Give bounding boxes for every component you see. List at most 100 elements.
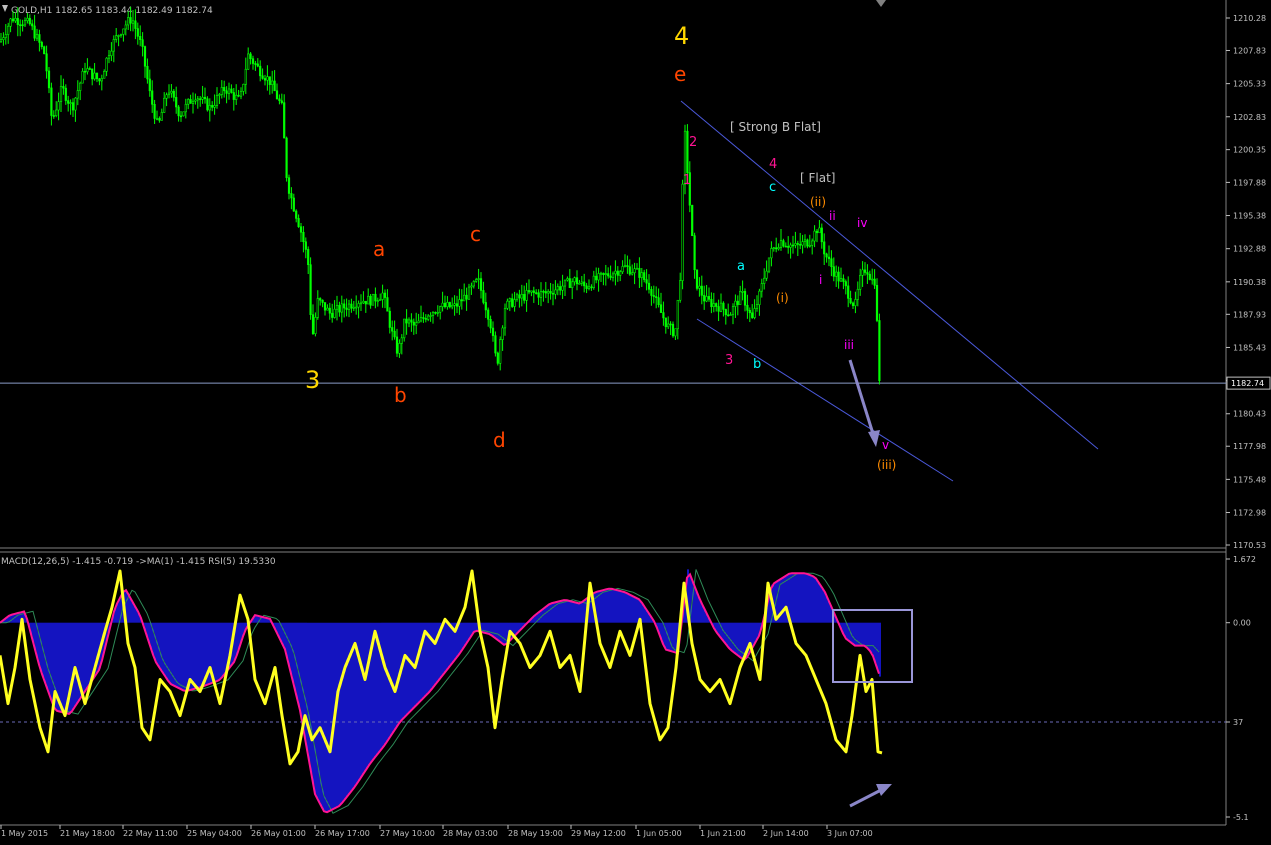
candle-body <box>141 39 144 47</box>
candle-body <box>369 295 372 306</box>
candle-body <box>547 291 550 294</box>
candle-body <box>21 24 24 27</box>
candle-body <box>43 46 46 55</box>
wave-label-b-cyan: b <box>753 357 761 372</box>
candle-body <box>393 330 396 338</box>
candle-body <box>796 243 799 245</box>
candle-body <box>371 293 375 306</box>
candle-body <box>631 272 634 275</box>
candle-body <box>760 283 763 292</box>
candle-body <box>199 98 202 101</box>
candle-body <box>79 82 82 91</box>
candle-body <box>628 266 631 275</box>
candle-body <box>158 118 161 121</box>
candle-body <box>602 272 605 275</box>
price-tick-label: 1185.43 <box>1233 343 1266 352</box>
wave-label-2: 2 <box>689 135 697 150</box>
candle-body <box>832 266 835 277</box>
candle-body <box>549 291 552 294</box>
candle-body <box>151 90 154 105</box>
candle-body <box>213 105 216 108</box>
candle-body <box>254 63 257 65</box>
candle-body <box>662 312 665 319</box>
candle-body <box>319 298 322 301</box>
time-tick-label: 1 Jun 21:00 <box>700 829 746 838</box>
candle-body <box>676 299 679 330</box>
candle-body <box>67 100 70 104</box>
main-header: GOLD,H1 1182.65 1183.44 1182.49 1182.74 <box>2 5 213 16</box>
candle-body <box>638 267 641 278</box>
wave-label-iv-magenta: iv <box>857 216 867 230</box>
candle-body <box>693 235 696 271</box>
candle-body <box>875 284 879 321</box>
candle-body <box>861 269 864 276</box>
candle-body <box>115 35 118 40</box>
symbol-info: GOLD,H1 1182.65 1183.44 1182.49 1182.74 <box>11 6 213 16</box>
candle-body <box>835 271 838 277</box>
indicator-info: MACD(12,26,5) -1.415 -0.719 ->MA(1) -1.4… <box>1 557 276 567</box>
candle-body <box>741 291 744 293</box>
candle-body <box>436 311 439 314</box>
candle-body <box>739 291 742 305</box>
candle-body <box>50 87 53 116</box>
candle-body <box>460 299 463 302</box>
candle-body <box>117 35 120 37</box>
candle-body <box>520 294 523 299</box>
candle-body <box>323 302 327 311</box>
candle-body <box>561 285 564 291</box>
candle-body <box>218 94 221 96</box>
candle-body <box>691 204 694 236</box>
candle-body <box>854 299 857 307</box>
candle-body <box>496 352 499 364</box>
candle-body <box>664 317 667 328</box>
candle-body <box>364 300 367 305</box>
candle-body <box>304 241 307 250</box>
candle-body <box>127 17 130 26</box>
candle-body <box>563 279 567 287</box>
candle-body <box>551 292 555 295</box>
candle-body <box>220 87 223 95</box>
candle-body <box>122 28 125 35</box>
candle-body <box>633 268 636 274</box>
candle-body <box>359 302 363 305</box>
candle-body <box>513 299 516 307</box>
candle-body <box>59 86 63 103</box>
candle-body <box>477 278 480 280</box>
candle-body <box>191 100 195 104</box>
candle-body <box>19 24 22 26</box>
candle-body <box>11 18 15 22</box>
candle-body <box>379 299 382 301</box>
candle-body <box>479 278 483 291</box>
time-tick-label: 27 May 10:00 <box>380 829 435 838</box>
candle-body <box>256 63 259 67</box>
candle-body <box>811 240 814 246</box>
candle-body <box>278 98 281 102</box>
candle-body <box>76 90 79 99</box>
candle-body <box>355 306 358 309</box>
candle-body <box>263 78 267 81</box>
candle-body <box>31 23 34 27</box>
candle-body <box>376 300 379 302</box>
candle-body <box>715 303 718 307</box>
candle-body <box>799 243 802 246</box>
wave-label-3-minor: 3 <box>725 353 733 368</box>
candle-body <box>417 320 420 324</box>
candle-body <box>763 277 766 284</box>
price-tick-label: 1180.43 <box>1233 410 1266 419</box>
candle-body <box>803 239 807 242</box>
candle-body <box>206 98 209 111</box>
candle-body <box>131 20 135 24</box>
candle-body <box>91 68 94 80</box>
candle-body <box>187 99 190 105</box>
candle-body <box>770 248 773 259</box>
candle-body <box>431 312 435 316</box>
candle-body <box>710 299 713 308</box>
time-tick-label: 22 May 11:00 <box>123 829 178 838</box>
candle-body <box>88 68 91 70</box>
candle-body <box>40 42 43 48</box>
candle-body <box>333 308 336 318</box>
wave-label-ii-orange: (ii) <box>810 195 826 209</box>
label-strong-b-flat: [ Strong B Flat] <box>730 120 821 134</box>
candle-body <box>758 290 761 305</box>
wave-label-4: 4 <box>674 22 689 50</box>
